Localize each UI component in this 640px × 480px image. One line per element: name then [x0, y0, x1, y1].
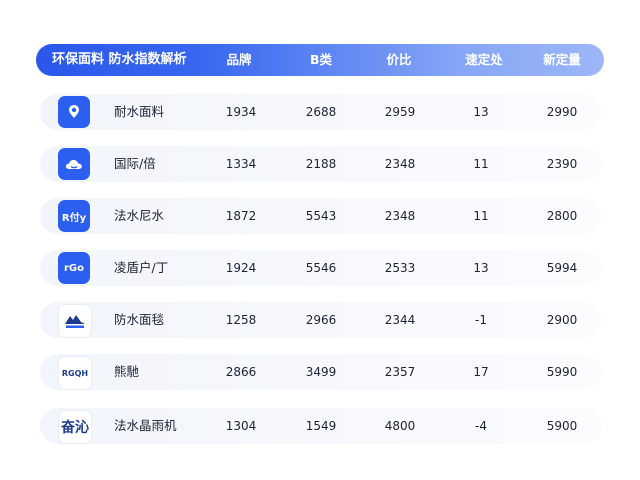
- cell-value: 1549: [305, 419, 337, 433]
- cell-value: 2188: [305, 157, 337, 171]
- table-header: 环保面料 防水指数解析 品牌 B类 价比 速定处 新定量: [36, 44, 604, 76]
- table-row[interactable]: RGQH 熊馳 2866 3499 2357 17 5990: [40, 354, 602, 390]
- cell-value: -1: [475, 313, 487, 327]
- cell-value: -4: [475, 419, 487, 433]
- column-header-brand[interactable]: 品牌: [214, 44, 264, 76]
- brand-name: 熊馳: [114, 364, 140, 379]
- text-logo-icon: 奋沁: [58, 410, 92, 444]
- cell-value: 2533: [384, 261, 416, 275]
- cell-value: 2966: [305, 313, 337, 327]
- cell-value: 3499: [305, 365, 337, 379]
- cell-value: 5546: [305, 261, 337, 275]
- cell-value: 1334: [225, 157, 257, 171]
- cell-value: 2688: [305, 105, 337, 119]
- text-logo-icon: rGo: [58, 252, 90, 284]
- brand-name: 凌盾户/丁: [114, 260, 169, 275]
- cell-value: 4800: [384, 419, 416, 433]
- cell-value: 1872: [225, 209, 257, 223]
- cell-value: 5990: [546, 365, 578, 379]
- table-title: 环保面料 防水指数解析: [52, 52, 187, 67]
- mountain-logo-icon: [58, 304, 92, 338]
- brand-name: 法水晶雨机: [114, 418, 177, 433]
- brand-name: 防水面毯: [114, 312, 165, 327]
- column-header-b[interactable]: B类: [294, 44, 348, 76]
- table-row[interactable]: rGo 凌盾户/丁 1924 5546 2533 13 5994: [40, 250, 602, 286]
- table-row[interactable]: 国际/倍 1334 2188 2348 11 2390: [40, 146, 602, 182]
- cell-value: 2866: [225, 365, 257, 379]
- cell-value: 2348: [384, 209, 416, 223]
- brand-name: 耐水面料: [114, 104, 165, 119]
- cell-value: 2390: [546, 157, 578, 171]
- cell-value: 1304: [225, 419, 257, 433]
- cell-value: 5900: [546, 419, 578, 433]
- cell-value: 1924: [225, 261, 257, 275]
- column-header-price[interactable]: 价比: [372, 44, 426, 76]
- cell-value: 2344: [384, 313, 416, 327]
- cell-value: 5994: [546, 261, 578, 275]
- cell-value: 11: [473, 209, 489, 223]
- cell-value: 2990: [546, 105, 578, 119]
- cell-value: 13: [473, 105, 489, 119]
- text-logo-icon: R付y: [58, 200, 90, 232]
- table-row[interactable]: R付y 法水尼水 1872 5543 2348 11 2800: [40, 198, 602, 234]
- cell-value: 13: [473, 261, 489, 275]
- table-row[interactable]: 耐水面料 1934 2688 2959 13 2990: [40, 94, 602, 130]
- table-row[interactable]: 防水面毯 1258 2966 2344 -1 2900: [40, 302, 602, 338]
- cell-value: 1258: [225, 313, 257, 327]
- cell-value: 5543: [305, 209, 337, 223]
- column-header-new[interactable]: 新定量: [532, 44, 592, 76]
- cell-value: 1934: [225, 105, 257, 119]
- cell-value: 2959: [384, 105, 416, 119]
- brand-name: 国际/倍: [114, 156, 156, 171]
- cell-value: 2800: [546, 209, 578, 223]
- location-pin-icon: [58, 96, 90, 128]
- cell-value: 17: [473, 365, 489, 379]
- cloud-icon: [58, 148, 90, 180]
- cell-value: 11: [473, 157, 489, 171]
- cell-value: 2348: [384, 157, 416, 171]
- cell-value: 2900: [546, 313, 578, 327]
- text-logo-icon: RGQH: [58, 356, 92, 390]
- table-row[interactable]: 奋沁 法水晶雨机 1304 1549 4800 -4 5900: [40, 408, 602, 444]
- column-header-speed[interactable]: 速定处: [454, 44, 514, 76]
- cell-value: 2357: [384, 365, 416, 379]
- brand-name: 法水尼水: [114, 208, 165, 223]
